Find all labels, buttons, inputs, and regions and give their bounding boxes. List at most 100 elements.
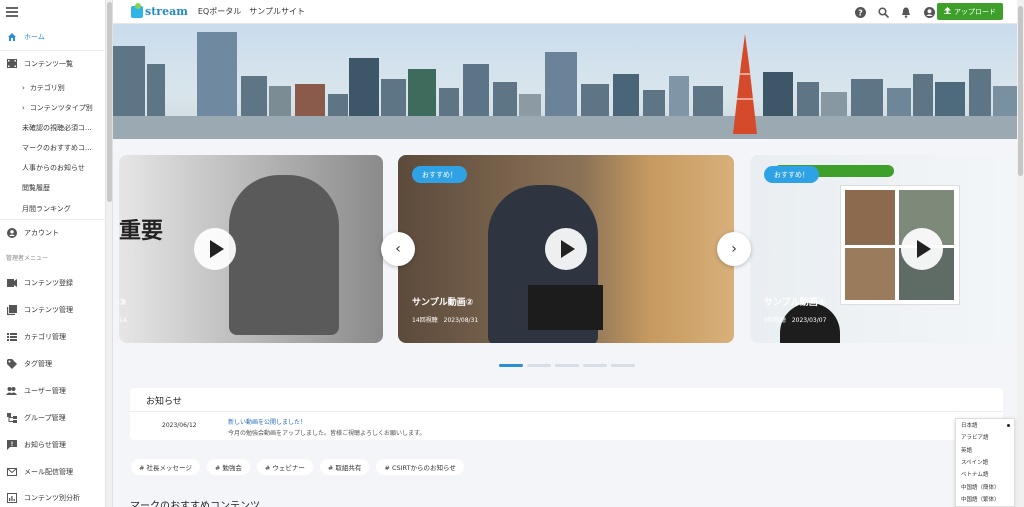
language-option[interactable]: アラビア語 <box>956 431 1014 443</box>
language-option[interactable]: ベトナム語 <box>956 468 1014 480</box>
city-skyline-image <box>113 24 1017 139</box>
card-meta: 1A <box>119 317 127 324</box>
tag-chip[interactable]: # 社長メッセージ <box>131 459 200 475</box>
sidebar-item-news-manage[interactable]: お知らせ管理 <box>0 432 105 458</box>
card-title: サンプル動画② <box>412 298 474 308</box>
sidebar-item-contents[interactable]: コンテンツ一覧 <box>0 50 105 76</box>
sidebar-item-label: アカウント <box>24 228 59 237</box>
recommend-badge: おすすめ！ <box>412 166 467 183</box>
language-option[interactable]: 中国語（繁体） <box>956 493 1014 505</box>
carousel-prev-button[interactable]: ‹ <box>381 232 415 266</box>
card-title: サンプル動画④ <box>764 298 826 308</box>
mail-icon <box>6 467 17 478</box>
news-body: 今月の勉強会動画をアップしました。皆様ご視聴よろしくお願いします。 <box>228 430 426 437</box>
sidebar-item-tag-manage[interactable]: タグ管理 <box>0 351 105 377</box>
featured-carousel: 重要 ③ 1A おすすめ！ サンプル動画② 14回視聴 2023/08/31 お… <box>113 139 1017 371</box>
tag-list: # 社長メッセージ # 勉強会 # ウェビナー # 取組共有 # CSIRTから… <box>131 459 464 475</box>
video-card[interactable]: おすすめ！ サンプル動画④ 9回視聴 2023/03/07 <box>750 155 1017 343</box>
upload-button[interactable]: アップロード <box>937 3 1003 20</box>
carousel-dot[interactable] <box>555 364 579 367</box>
admin-section-label: 管理者メニュー <box>6 255 49 262</box>
news-date: 2023/06/12 <box>162 422 197 429</box>
sidebar-item-home[interactable]: ホーム <box>0 24 105 50</box>
sidebar-item-label: 月間ランキング <box>22 205 71 213</box>
sidebar-item-label: グループ管理 <box>24 414 66 422</box>
sidebar-item-analytics[interactable]: コンテンツ別分析 <box>0 485 105 507</box>
sidebar-item-label: タグ管理 <box>24 360 52 368</box>
account-icon[interactable] <box>923 6 935 18</box>
sidebar-item-content-register[interactable]: コンテンツ登録 <box>0 270 105 296</box>
portal-label: EQポータル <box>197 7 242 16</box>
upload-icon <box>944 7 951 16</box>
sidebar-item-label: メール配信管理 <box>24 468 73 476</box>
carousel-dot[interactable] <box>527 364 551 367</box>
sidebar-item-label: コンテンツ一覧 <box>24 59 73 68</box>
play-button[interactable] <box>901 228 943 270</box>
play-button[interactable] <box>194 228 236 270</box>
top-header: stream EQポータル サンプルサイト ? アップロード <box>113 0 1017 24</box>
bell-icon[interactable] <box>900 6 912 18</box>
news-heading: お知らせ <box>146 397 182 407</box>
language-menu: 日本語 アラビア語 英語 スペイン語 ベトナム語 中国語（簡体） 中国語（繁体） <box>955 418 1015 507</box>
sidebar-scrollbar[interactable] <box>106 0 113 507</box>
upload-label: アップロード <box>954 7 996 16</box>
language-option[interactable]: スペイン語 <box>956 456 1014 468</box>
carousel-dot[interactable] <box>583 364 607 367</box>
section-title: マークのおすすめコンテンツ <box>130 501 260 507</box>
recommend-badge: おすすめ！ <box>764 166 819 183</box>
video-card[interactable]: 重要 ③ 1A <box>119 155 383 343</box>
logo[interactable]: stream <box>131 2 188 18</box>
sidebar-item-category-manage[interactable]: カテゴリ管理 <box>0 324 105 350</box>
analytics-icon <box>6 493 17 504</box>
sidebar-item-label: ユーザー管理 <box>24 387 66 395</box>
sidebar-item-label: コンテンツ管理 <box>24 306 73 314</box>
sidebar-item-label: お知らせ管理 <box>24 441 66 449</box>
tag-chip[interactable]: # CSIRTからのお知らせ <box>376 459 464 475</box>
hero-banner <box>113 24 1017 139</box>
sidebar-item-label: 未確認の視聴必須コ... <box>22 124 92 132</box>
news-title-link[interactable]: 新しい動画を公開しました！ <box>228 417 306 426</box>
chevron-right-icon: › <box>22 104 25 112</box>
sidebar-item-label: コンテンツタイプ別 <box>29 104 93 112</box>
sidebar-item-label: コンテンツ別分析 <box>24 494 80 502</box>
language-option[interactable]: 日本語 <box>956 419 1014 431</box>
search-icon[interactable] <box>877 6 889 18</box>
sidebar-item-user-manage[interactable]: ユーザー管理 <box>0 378 105 404</box>
sidebar-item-label: カテゴリ管理 <box>24 333 66 341</box>
sidebar-item-mail-manage[interactable]: メール配信管理 <box>0 459 105 485</box>
play-button[interactable] <box>545 228 587 270</box>
video-card[interactable]: おすすめ！ サンプル動画② 14回視聴 2023/08/31 <box>398 155 734 343</box>
help-icon[interactable]: ? <box>854 6 866 18</box>
carousel-next-button[interactable]: › <box>717 232 751 266</box>
home-icon <box>6 32 17 43</box>
carousel-dot[interactable] <box>611 364 635 367</box>
sidebar-item-label: カテゴリ別 <box>29 84 65 92</box>
group-tree-icon <box>6 413 17 424</box>
card-overlay-text: 重要 <box>119 219 164 244</box>
sidebar-item-account[interactable]: アカウント <box>0 219 105 245</box>
card-title: ③ <box>119 298 127 308</box>
sidebar-item-label: 閲覧履歴 <box>22 184 50 192</box>
chevron-left-icon: ‹ <box>395 241 401 257</box>
carousel-dot[interactable] <box>499 364 523 367</box>
sidebar-item-label: マークのおすすめコ... <box>22 144 92 152</box>
tag-chip[interactable]: # 取組共有 <box>319 459 370 475</box>
people-icon <box>6 386 17 397</box>
site-label: サンプルサイト <box>249 7 305 16</box>
carousel-indicators <box>499 364 635 367</box>
logo-mark-icon <box>131 2 143 18</box>
card-meta: 9回視聴 2023/03/07 <box>764 317 827 324</box>
sidebar-item-group-manage[interactable]: グループ管理 <box>0 405 105 431</box>
card-meta: 14回視聴 2023/08/31 <box>412 317 479 324</box>
menu-icon[interactable] <box>6 7 18 17</box>
page-scrollbar[interactable] <box>1017 0 1024 507</box>
language-option[interactable]: 英語 <box>956 444 1014 456</box>
tag-chip[interactable]: # ウェビナー <box>256 459 313 475</box>
sidebar-item-label: ホーム <box>24 33 45 41</box>
sidebar: ホーム コンテンツ一覧 › カテゴリ別 › コンテンツタイプ別 未確認の視聴必須… <box>0 0 106 507</box>
chevron-right-icon: › <box>22 84 25 92</box>
video-add-icon <box>6 278 17 289</box>
language-option[interactable]: 中国語（簡体） <box>956 480 1014 492</box>
sidebar-item-content-manage[interactable]: コンテンツ管理 <box>0 297 105 323</box>
tag-chip[interactable]: # 勉強会 <box>206 459 250 475</box>
